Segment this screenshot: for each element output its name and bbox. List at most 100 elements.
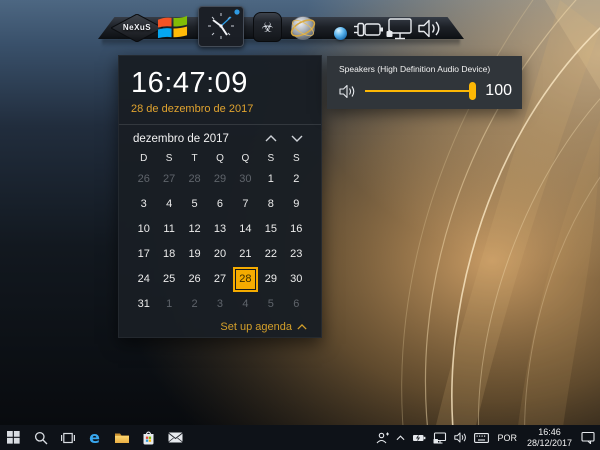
calendar-day[interactable]: 21 bbox=[233, 242, 258, 267]
dock-item-nexus-logo[interactable]: NeXuS bbox=[111, 14, 163, 42]
calendar-day[interactable]: 8 bbox=[258, 192, 283, 217]
volume-slider[interactable] bbox=[365, 82, 476, 100]
calendar-day[interactable]: 2 bbox=[284, 167, 309, 192]
tray-people-button[interactable] bbox=[374, 425, 391, 450]
calendar-day[interactable]: 18 bbox=[156, 242, 181, 267]
calendar-day[interactable]: 12 bbox=[182, 217, 207, 242]
calendar-day[interactable]: 5 bbox=[258, 292, 283, 317]
power-plug-battery-icon bbox=[353, 20, 384, 39]
calendar-day-selected[interactable]: 28 bbox=[233, 267, 258, 292]
globe-icon bbox=[288, 14, 318, 42]
taskbar-app-store[interactable] bbox=[135, 425, 162, 450]
tray-touch-keyboard-button[interactable] bbox=[472, 425, 491, 450]
calendar-day[interactable]: 20 bbox=[207, 242, 232, 267]
start-button[interactable] bbox=[0, 425, 27, 450]
day-of-week-label: S bbox=[156, 150, 181, 167]
calendar-day[interactable]: 10 bbox=[131, 217, 156, 242]
day-of-week-label: T bbox=[182, 150, 207, 167]
dock-item-recycle-bin[interactable]: ☣ bbox=[253, 12, 282, 42]
clock-notification-badge-icon bbox=[234, 9, 239, 14]
chevron-down-icon bbox=[291, 135, 303, 142]
people-icon bbox=[376, 432, 389, 444]
chevron-up-icon bbox=[265, 135, 277, 142]
calendar-day[interactable]: 15 bbox=[258, 217, 283, 242]
tray-battery-button[interactable] bbox=[410, 425, 428, 450]
system-tray: POR 16:46 28/12/2017 bbox=[374, 425, 600, 450]
day-of-week-label: S bbox=[284, 150, 309, 167]
calendar-day[interactable]: 30 bbox=[233, 167, 258, 192]
calendar-day[interactable]: 1 bbox=[156, 292, 181, 317]
calendar-day[interactable]: 19 bbox=[182, 242, 207, 267]
tray-network-button[interactable] bbox=[431, 425, 449, 450]
calendar-day[interactable]: 23 bbox=[284, 242, 309, 267]
calendar-day[interactable]: 24 bbox=[131, 267, 156, 292]
nexus-logo-label: NeXuS bbox=[111, 23, 163, 32]
mail-envelope-icon bbox=[168, 432, 183, 443]
calendar-day[interactable]: 4 bbox=[156, 192, 181, 217]
search-button[interactable] bbox=[27, 425, 54, 450]
calendar-day[interactable]: 7 bbox=[233, 192, 258, 217]
calendar-day[interactable]: 29 bbox=[207, 167, 232, 192]
dock-item-blue-orb[interactable] bbox=[334, 27, 347, 40]
calendar-day[interactable]: 26 bbox=[131, 167, 156, 192]
calendar-day[interactable]: 16 bbox=[284, 217, 309, 242]
set-up-agenda-link[interactable]: Set up agenda bbox=[131, 317, 309, 333]
taskbar-left-group: e bbox=[0, 425, 189, 450]
calendar-day[interactable]: 9 bbox=[284, 192, 309, 217]
dock-item-speaker-icon[interactable] bbox=[417, 18, 442, 39]
tray-language-indicator[interactable]: POR bbox=[494, 425, 520, 450]
tray-clock[interactable]: 16:46 28/12/2017 bbox=[523, 427, 576, 448]
action-center-button[interactable] bbox=[579, 425, 597, 450]
analog-clock-icon bbox=[199, 7, 243, 46]
volume-slider-thumb[interactable] bbox=[469, 82, 476, 100]
taskbar: e bbox=[0, 425, 600, 450]
calendar-day[interactable]: 6 bbox=[284, 292, 309, 317]
calendar-day[interactable]: 1 bbox=[258, 167, 283, 192]
windows-flag-icon bbox=[157, 13, 188, 42]
dock-item-clock[interactable] bbox=[198, 6, 244, 47]
task-view-button[interactable] bbox=[54, 425, 81, 450]
calendar-day[interactable]: 29 bbox=[258, 267, 283, 292]
edge-icon: e bbox=[89, 430, 100, 446]
calendar-day[interactable]: 3 bbox=[207, 292, 232, 317]
chevron-up-icon bbox=[297, 324, 307, 330]
taskbar-app-edge[interactable]: e bbox=[81, 425, 108, 450]
network-monitor-icon bbox=[433, 432, 447, 444]
calendar-day[interactable]: 11 bbox=[156, 217, 181, 242]
calendar-day[interactable]: 2 bbox=[182, 292, 207, 317]
dock-item-display-icon[interactable] bbox=[386, 17, 413, 41]
volume-speaker-icon[interactable] bbox=[339, 84, 356, 99]
dock-item-network-globe[interactable] bbox=[288, 14, 318, 42]
calendar-day[interactable]: 26 bbox=[182, 267, 207, 292]
windows-start-icon bbox=[7, 431, 20, 444]
calendar-next-month-button[interactable] bbox=[291, 135, 303, 142]
calendar-day[interactable]: 28 bbox=[182, 167, 207, 192]
calendar-day[interactable]: 17 bbox=[131, 242, 156, 267]
clock-calendar-flyout: 16:47:09 28 de dezembro de 2017 dezembro… bbox=[118, 55, 322, 338]
calendar-day[interactable]: 25 bbox=[156, 267, 181, 292]
day-of-week-label: Q bbox=[233, 150, 258, 167]
calendar-day[interactable]: 30 bbox=[284, 267, 309, 292]
calendar-grid: 2627282930123456789101112131415161718192… bbox=[131, 167, 309, 317]
calendar-day[interactable]: 22 bbox=[258, 242, 283, 267]
calendar-day[interactable]: 27 bbox=[156, 167, 181, 192]
tray-show-hidden-icons-button[interactable] bbox=[394, 425, 407, 450]
dock-item-power-icon[interactable] bbox=[353, 20, 384, 39]
volume-flyout: Speakers (High Definition Audio Device) … bbox=[327, 56, 522, 109]
calendar-day[interactable]: 4 bbox=[233, 292, 258, 317]
calendar-day[interactable]: 3 bbox=[131, 192, 156, 217]
calendar-day[interactable]: 31 bbox=[131, 292, 156, 317]
calendar-day[interactable]: 13 bbox=[207, 217, 232, 242]
taskbar-app-mail[interactable] bbox=[162, 425, 189, 450]
calendar-day[interactable]: 6 bbox=[207, 192, 232, 217]
tray-date: 28/12/2017 bbox=[527, 438, 572, 449]
calendar-day[interactable]: 27 bbox=[207, 267, 232, 292]
calendar-prev-month-button[interactable] bbox=[265, 135, 277, 142]
dock-item-windows-icon[interactable] bbox=[157, 13, 188, 42]
calendar-day[interactable]: 5 bbox=[182, 192, 207, 217]
tray-volume-button[interactable] bbox=[452, 425, 469, 450]
battery-icon bbox=[412, 433, 426, 443]
taskbar-app-file-explorer[interactable] bbox=[108, 425, 135, 450]
calendar-day[interactable]: 14 bbox=[233, 217, 258, 242]
chevron-up-icon bbox=[396, 435, 405, 441]
